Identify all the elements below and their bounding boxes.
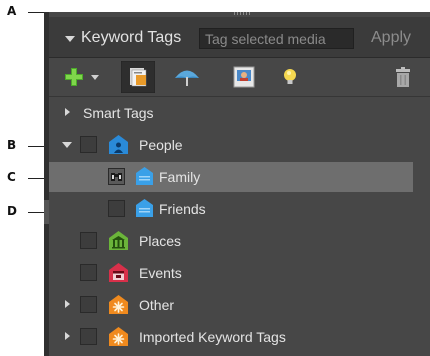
panel-header: Keyword Tags Apply [49,17,430,58]
other-checkbox[interactable] [80,296,97,313]
photo-icon[interactable] [232,65,256,89]
places-label: Places [139,233,182,249]
places-checkbox[interactable] [80,232,97,249]
events-checkbox[interactable] [80,264,97,281]
tree-row-events[interactable]: Events [49,258,430,288]
imported-category-icon [109,327,128,346]
expand-imported-icon[interactable] [65,332,70,340]
binoculars-icon [111,173,122,181]
people-category-icon [109,135,128,154]
keyword-tags-panel: Keyword Tags Apply [49,12,430,356]
panel-grip-icon[interactable] [234,12,250,15]
smart-tags-label: Smart Tags [83,105,154,121]
umbrella-icon[interactable] [173,65,201,89]
lightbulb-icon[interactable] [281,65,299,89]
tree-row-places[interactable]: Places [49,226,430,256]
tree-row-people[interactable]: People [49,130,430,160]
add-icon[interactable] [63,65,85,89]
expand-other-icon[interactable] [65,300,70,308]
people-label: People [139,137,183,153]
callout-b: B [7,138,17,152]
tree-row-friends[interactable]: Friends [49,194,430,224]
imported-keyword-tags-label: Imported Keyword Tags [139,329,286,345]
family-label: Family [159,169,201,185]
tag-search-input[interactable] [199,28,354,49]
people-checkbox[interactable] [80,136,97,153]
imported-checkbox[interactable] [80,328,97,345]
callout-a: A [7,4,17,18]
friends-checkbox[interactable] [108,200,125,217]
callout-d: D [7,204,17,218]
apply-button[interactable]: Apply [371,29,411,47]
panel-title: Keyword Tags [81,29,182,46]
tree-row-other[interactable]: Other [49,290,430,320]
other-category-icon [109,295,128,314]
collapse-people-icon[interactable] [62,142,72,148]
friends-label: Friends [159,201,206,217]
tree-row-imported-keyword-tags[interactable]: Imported Keyword Tags [49,322,430,352]
family-checkbox[interactable] [108,168,125,185]
edit-tag-icon[interactable] [121,61,155,93]
places-category-icon [109,231,128,250]
events-category-icon [109,263,128,282]
friends-tag-icon [136,199,153,217]
trash-icon[interactable] [393,65,413,89]
tree-row-family[interactable]: Family [49,162,413,192]
collapse-panel-icon[interactable] [65,36,75,42]
callout-c: C [7,170,16,184]
family-tag-icon [136,167,153,185]
tree-row-smart-tags[interactable]: Smart Tags [49,98,430,128]
dropdown-arrow-icon[interactable] [90,65,100,89]
expand-smart-tags-icon[interactable] [65,108,70,116]
other-label: Other [139,297,175,313]
keyword-toolbar [49,58,430,97]
events-label: Events [139,265,182,281]
